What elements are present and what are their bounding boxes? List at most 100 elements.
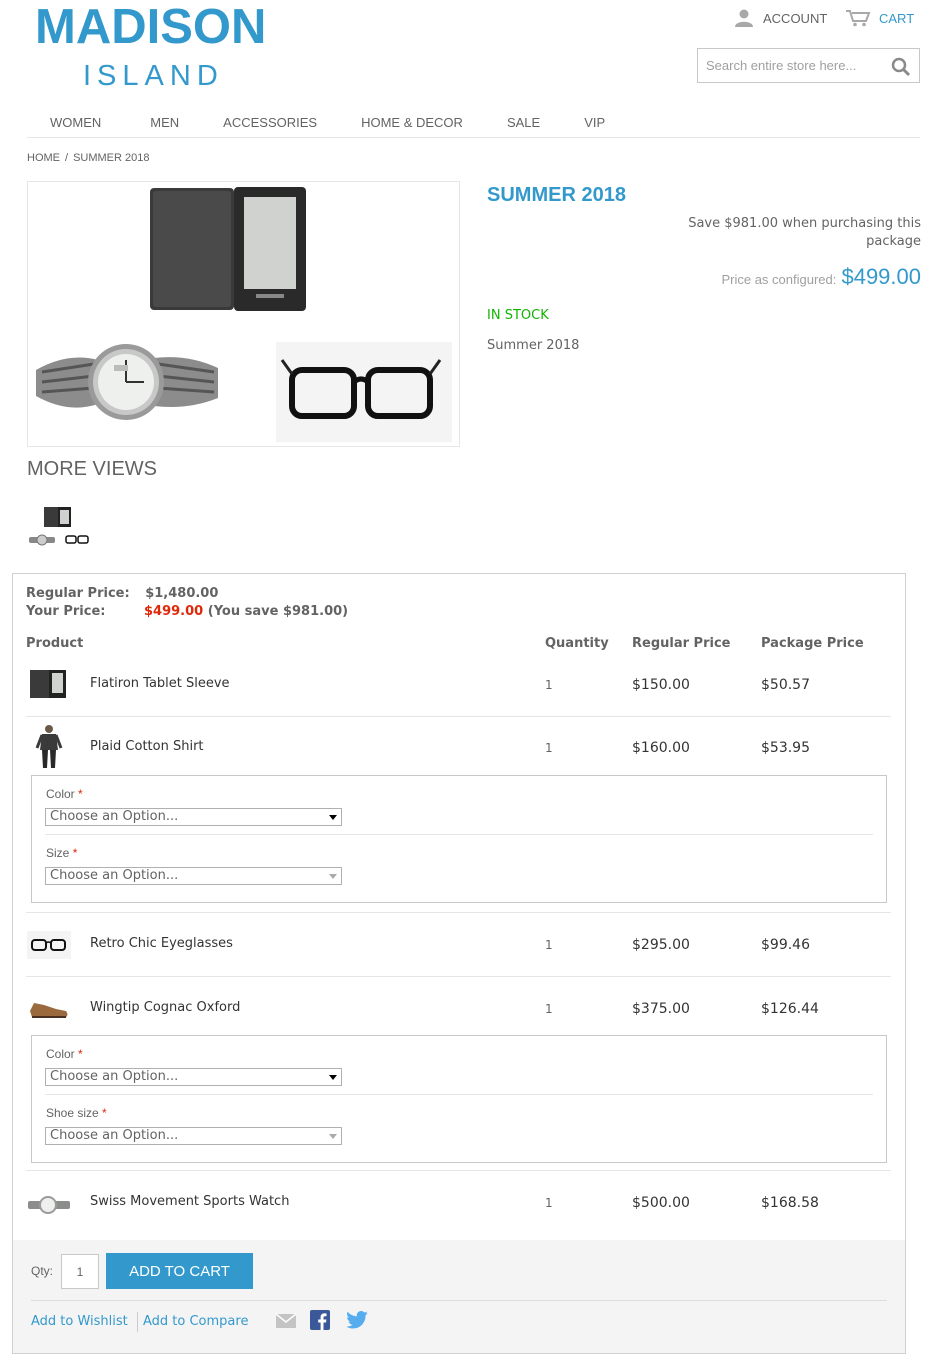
shirt-size-select[interactable]: Choose an Option... — [45, 867, 342, 885]
nav-item-men[interactable]: MEN — [150, 113, 179, 137]
row-divider — [26, 1170, 891, 1171]
product-thumb-shirt[interactable] — [33, 724, 65, 770]
regular-price-value: $1,480.00 — [145, 586, 219, 601]
your-price-label: Your Price: — [26, 604, 106, 619]
row-name-watch: Swiss Movement Sports Watch — [90, 1194, 290, 1209]
regular-price-row: Regular Price: $1,480.00 — [26, 586, 218, 601]
facebook-icon[interactable] — [310, 1310, 330, 1330]
shirt-size-label-text: Size — [46, 846, 70, 860]
shoe-color-select[interactable]: Choose an Option... — [45, 1068, 342, 1086]
row-qty-tablet: 1 — [545, 678, 553, 692]
shoe-size-label: Shoe size * — [46, 1106, 107, 1120]
account-link[interactable]: ACCOUNT — [733, 8, 827, 28]
breadcrumb-home[interactable]: HOME — [27, 152, 60, 164]
row-regular-oxford: $375.00 — [632, 1001, 690, 1017]
shirt-color-label: Color * — [46, 787, 83, 801]
nav-item-home-decor[interactable]: HOME & DECOR — [361, 113, 463, 137]
logo-sub[interactable]: ISLAND — [83, 60, 224, 92]
required-mark: * — [72, 846, 78, 860]
your-price-value: $499.00 — [144, 604, 204, 619]
eyeglasses-image — [27, 931, 71, 959]
oxford-shoe-image — [30, 1003, 68, 1018]
breadcrumb-sep: / — [65, 152, 69, 164]
add-to-cart-bar: Qty: ADD TO CART Add to Wishlist Add to … — [13, 1240, 905, 1353]
row-name-oxford: Wingtip Cognac Oxford — [90, 1000, 241, 1015]
email-icon[interactable] — [275, 1313, 297, 1329]
nav-item-accessories[interactable]: ACCESSORIES — [223, 113, 317, 137]
shoe-color-label-text: Color — [46, 1047, 75, 1061]
header-product: Product — [26, 636, 84, 651]
search-icon[interactable] — [891, 57, 911, 77]
shirt-color-select[interactable]: Choose an Option... — [45, 808, 342, 826]
add-to-wishlist-link[interactable]: Add to Wishlist — [31, 1314, 128, 1329]
add-to-compare-link[interactable]: Add to Compare — [143, 1314, 248, 1329]
shirt-image — [35, 725, 63, 768]
qty-input[interactable] — [61, 1254, 99, 1289]
shirt-size-label: Size * — [46, 846, 77, 860]
dropdown-arrow-icon — [329, 1075, 337, 1080]
row-qty-shirt: 1 — [545, 741, 553, 755]
search-input[interactable] — [698, 49, 883, 82]
product-thumb-eyeglasses[interactable] — [27, 931, 71, 959]
cart-icon — [846, 10, 871, 27]
product-thumb-oxford[interactable] — [28, 995, 70, 1021]
save-text: Save $981.00 when purchasing this packag… — [688, 216, 921, 249]
shoe-size-select[interactable]: Choose an Option... — [45, 1127, 342, 1145]
price-configured-label: Price as configured: — [721, 272, 837, 287]
main-product-image[interactable] — [27, 181, 460, 447]
product-thumb-watch[interactable] — [26, 1191, 72, 1217]
product-collage — [36, 187, 452, 442]
product-thumb-tablet[interactable] — [28, 669, 68, 699]
twitter-icon[interactable] — [346, 1311, 368, 1329]
add-to-cart-button[interactable]: ADD TO CART — [106, 1253, 253, 1289]
breadcrumb: HOME / SUMMER 2018 — [27, 152, 149, 164]
nav-item-women[interactable]: WOMEN — [50, 113, 101, 137]
logo-main[interactable]: MADISON — [35, 2, 266, 52]
price-configured-value: $499.00 — [841, 264, 921, 289]
price-configured: Price as configured: $499.00 — [600, 264, 921, 290]
glasses-image — [276, 342, 452, 442]
cart-bar-divider — [31, 1300, 887, 1301]
dropdown-arrow-icon — [329, 874, 337, 879]
row-regular-eyeglasses: $295.00 — [632, 937, 690, 953]
row-qty-oxford: 1 — [545, 1002, 553, 1016]
nav-item-sale[interactable]: SALE — [507, 113, 540, 137]
row-name-eyeglasses: Retro Chic Eyeglasses — [90, 936, 233, 951]
main-nav: WOMEN MEN ACCESSORIES HOME & DECOR SALE … — [27, 113, 920, 138]
thumbnail-image — [29, 507, 89, 546]
row-package-shirt: $53.95 — [761, 740, 810, 756]
search-box — [697, 48, 920, 83]
row-package-eyeglasses: $99.46 — [761, 937, 810, 953]
row-divider — [26, 976, 891, 977]
row-divider — [26, 716, 891, 717]
row-regular-shirt: $160.00 — [632, 740, 690, 756]
header-regular-price: Regular Price — [632, 636, 731, 651]
more-views-heading: MORE VIEWS — [27, 458, 158, 480]
row-qty-watch: 1 — [545, 1196, 553, 1210]
more-views-thumbnail[interactable] — [27, 505, 93, 547]
account-label: ACCOUNT — [763, 10, 828, 26]
row-package-oxford: $126.44 — [761, 1001, 819, 1017]
shoe-color-select-value: Choose an Option... — [50, 1069, 179, 1084]
dropdown-arrow-icon — [329, 815, 337, 820]
shoe-size-select-value: Choose an Option... — [50, 1128, 179, 1143]
required-mark: * — [78, 1047, 83, 1061]
header-package-price: Package Price — [761, 636, 864, 651]
row-name-shirt: Plaid Cotton Shirt — [90, 739, 204, 754]
shoe-color-label: Color * — [46, 1047, 83, 1061]
option-divider — [45, 1094, 873, 1095]
shirt-options-box: Color * Choose an Option... Size * Choos… — [31, 775, 887, 903]
shirt-color-label-text: Color — [46, 787, 75, 801]
option-divider — [45, 834, 873, 835]
shoe-options-box: Color * Choose an Option... Shoe size * … — [31, 1035, 887, 1163]
required-mark: * — [102, 1106, 107, 1120]
cart-link[interactable]: CART — [845, 8, 914, 28]
header-quantity: Quantity — [545, 636, 609, 651]
row-regular-tablet: $150.00 — [632, 677, 690, 693]
breadcrumb-current: SUMMER 2018 — [73, 152, 150, 164]
row-regular-watch: $500.00 — [632, 1195, 690, 1211]
row-package-tablet: $50.57 — [761, 677, 810, 693]
nav-item-vip[interactable]: VIP — [584, 113, 605, 137]
stock-status: IN STOCK — [487, 308, 549, 323]
you-save-text: (You save $981.00) — [207, 604, 349, 619]
